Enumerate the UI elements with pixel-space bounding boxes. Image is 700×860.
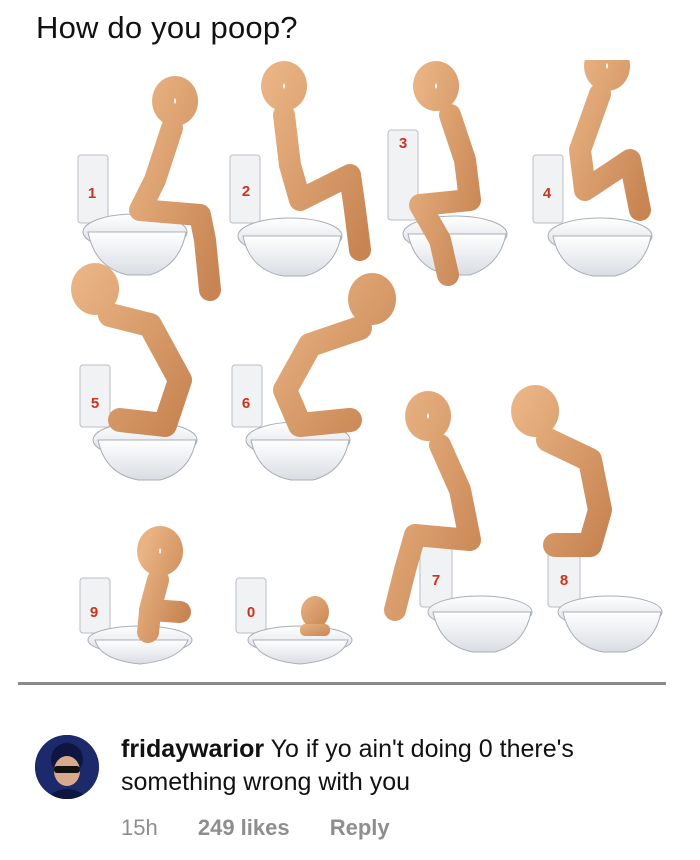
toilet-position-2: 2 <box>229 61 371 277</box>
position-label-3: 3 <box>399 135 407 152</box>
reply-button[interactable]: Reply <box>330 815 390 840</box>
toilet-position-3: 3 <box>387 61 508 286</box>
comment-username[interactable]: fridaywarior <box>121 735 264 763</box>
toilet-position-5: 5 <box>71 263 198 481</box>
position-label-0: 0 <box>247 604 255 621</box>
comment-meta: 15h 249 likes Reply <box>121 815 424 841</box>
comment-time: 15h <box>121 815 158 840</box>
position-label-7: 7 <box>432 572 440 589</box>
post-title: How do you poop? <box>36 10 298 45</box>
toilet-position-6: 6 <box>231 273 397 481</box>
toilet-position-9: 9 <box>79 526 193 665</box>
toilet-position-0: 0 <box>235 577 353 665</box>
position-label-8: 8 <box>560 572 568 589</box>
comment-body: fridaywarior Yo if yo ain't doing 0 ther… <box>121 733 681 799</box>
position-label-2: 2 <box>242 183 250 200</box>
position-label-4: 4 <box>543 185 552 202</box>
position-label-1: 1 <box>88 185 96 202</box>
divider <box>18 682 666 685</box>
likes-count-link[interactable]: 249 likes <box>198 815 290 840</box>
avatar-icon[interactable] <box>35 735 99 799</box>
toilet-position-8: 8 <box>511 385 663 653</box>
toilet-position-4: 4 <box>532 60 653 277</box>
toilet-position-7: 7 <box>384 391 533 653</box>
position-label-6: 6 <box>242 395 250 412</box>
poop-positions-illustration: 1 2 3 4 5 6 7 8 9 0 <box>71 60 663 665</box>
position-label-5: 5 <box>91 395 99 412</box>
position-label-9: 9 <box>90 604 98 621</box>
toilet-position-1: 1 <box>77 76 221 301</box>
